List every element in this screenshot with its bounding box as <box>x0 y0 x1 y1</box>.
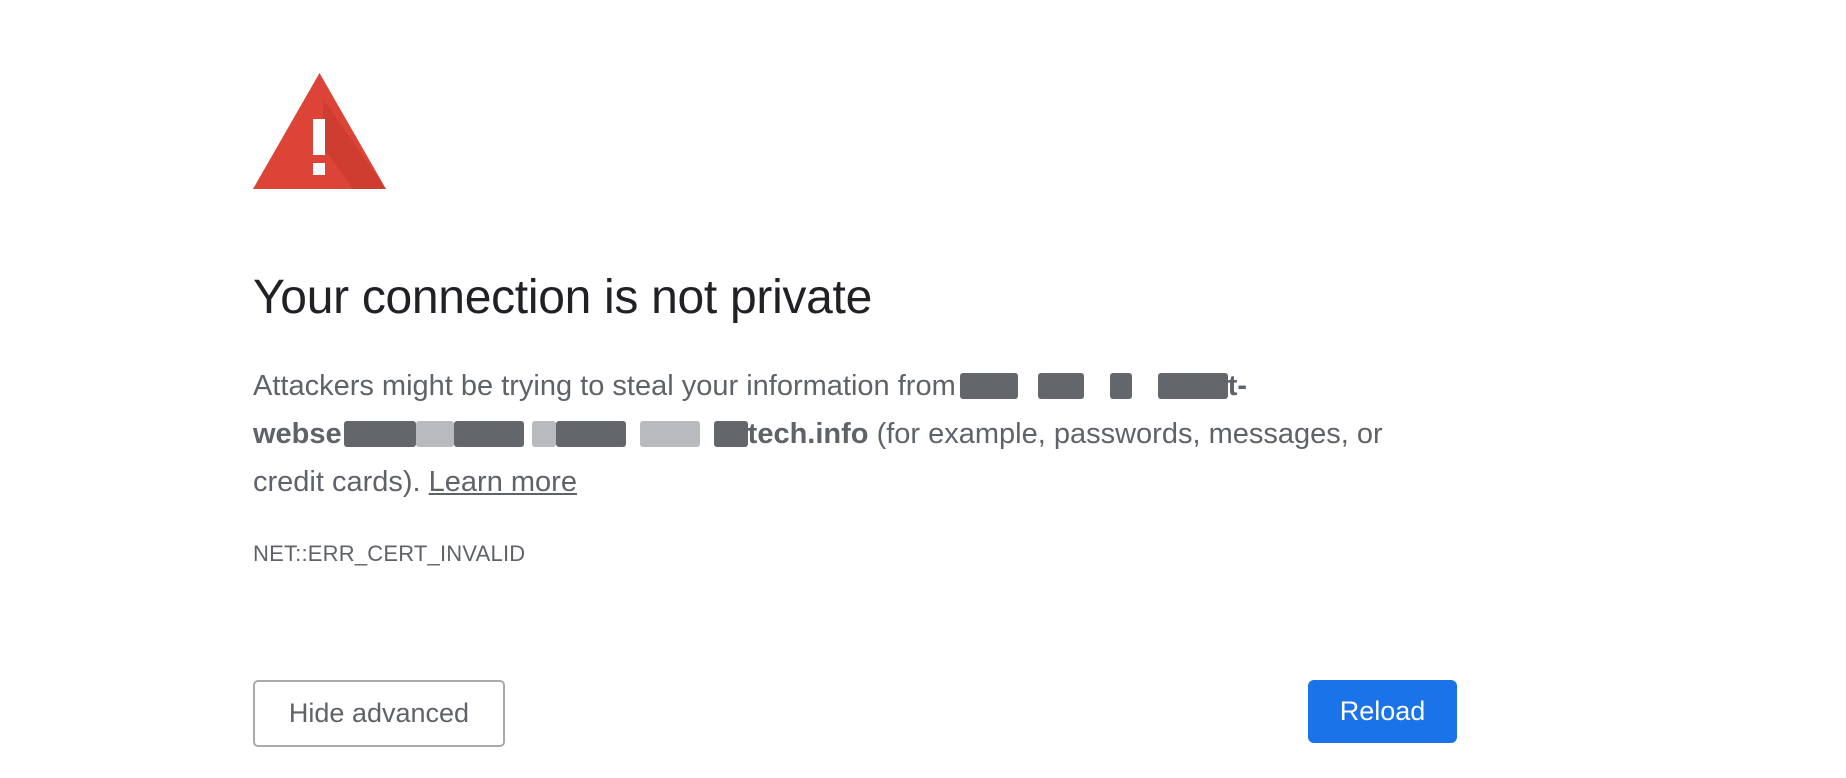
redacted-host-segment <box>639 421 700 447</box>
reload-button[interactable]: Reload <box>1308 680 1457 743</box>
host-fragment-2: webse <box>253 418 342 450</box>
error-code: NET::ERR_CERT_INVALID <box>253 541 526 566</box>
host-fragment-3: tech.info <box>747 418 869 450</box>
security-interstitial-page: Your connection is not private Attackers… <box>0 0 1846 778</box>
redacted-host-segment <box>343 421 416 447</box>
redacted-host-segment <box>1109 373 1132 399</box>
redacted-host-segment <box>415 421 454 447</box>
redacted-host-segment <box>713 421 748 447</box>
redacted-host-segment <box>453 421 524 447</box>
redacted-host-segment <box>959 373 1018 399</box>
hide-advanced-button[interactable]: Hide advanced <box>253 680 505 747</box>
redacted-host-segment <box>1157 373 1228 399</box>
page-title: Your connection is not private <box>253 271 872 324</box>
message-prefix: Attackers might be trying to steal your … <box>253 370 956 402</box>
warning-message: Attackers might be trying to steal your … <box>253 362 1453 506</box>
learn-more-link[interactable]: Learn more <box>429 466 577 498</box>
host-fragment-1: t- <box>1227 370 1248 402</box>
redacted-host-segment <box>1037 373 1084 399</box>
redacted-host-segment <box>555 421 626 447</box>
warning-triangle-icon <box>253 73 386 189</box>
redacted-host-segment <box>531 421 556 447</box>
